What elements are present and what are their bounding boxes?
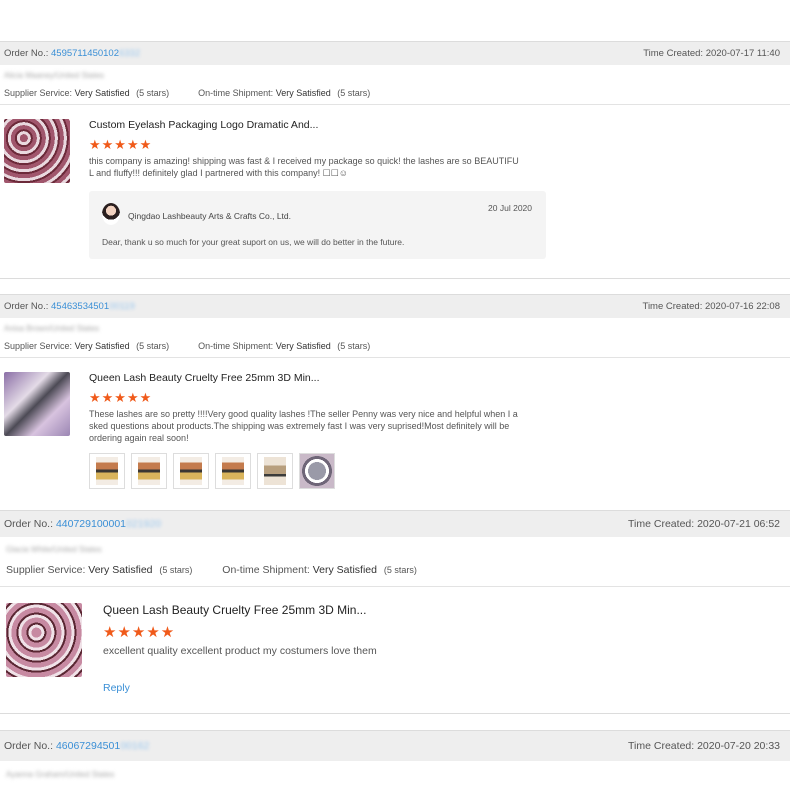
- time-created: Time Created: 2020-07-16 22:08: [643, 301, 781, 312]
- shipment-stars: (5 stars): [337, 341, 371, 351]
- seller-reply: Qingdao Lashbeauty Arts & Crafts Co., Lt…: [89, 191, 546, 259]
- order-number-link[interactable]: 46067294501: [56, 740, 120, 752]
- order-number-link[interactable]: 45463534501: [51, 301, 109, 312]
- order-number-group: Order No.: 440729100001021920: [4, 518, 161, 530]
- seller-avatar: [102, 203, 120, 225]
- order-number-link[interactable]: 440729100001: [56, 518, 126, 530]
- reply-date: 20 Jul 2020: [488, 203, 532, 213]
- shipment-value: Very Satisfied: [275, 88, 331, 98]
- supplier-service-stars: (5 stars): [136, 341, 170, 351]
- order-number-label: Order No.:: [4, 518, 54, 530]
- supplier-service-label: Supplier Service:: [6, 564, 86, 576]
- rating-summary: Supplier Service: Very Satisfied (5 star…: [0, 337, 790, 358]
- review-photo[interactable]: [131, 453, 167, 489]
- shipment-stars: (5 stars): [337, 88, 371, 98]
- order-number-masked: 00119: [109, 301, 135, 312]
- order-number-group: Order No.: 45957114501026332: [4, 48, 140, 59]
- order-number-masked: 021920: [126, 518, 162, 530]
- order-number-masked: 00162: [120, 740, 150, 752]
- seller-name: Qingdao Lashbeauty Arts & Crafts Co., Lt…: [128, 211, 292, 221]
- rating-summary: Supplier Service: Very Satisfied (5 star…: [0, 84, 790, 105]
- review-photo[interactable]: [257, 453, 293, 489]
- order-header: Order No.: 440729100001021920 Time Creat…: [0, 510, 790, 537]
- order-header: Order No.: 4606729450100162 Time Created…: [0, 730, 790, 761]
- shipment-label: On-time Shipment:: [222, 564, 310, 576]
- shipment-label: On-time Shipment:: [198, 88, 274, 98]
- order-card: Order No.: 4546353450100119 Time Created…: [0, 294, 790, 489]
- order-header: Order No.: 4546353450100119 Time Created…: [0, 294, 790, 318]
- order-number-label: Order No.:: [4, 48, 49, 59]
- time-created-value: 2020-07-20 20:33: [697, 740, 780, 752]
- order-number-label: Order No.:: [4, 301, 49, 312]
- time-created: Time Created: 2020-07-21 06:52: [628, 518, 780, 530]
- review-text: this company is amazing! shipping was fa…: [89, 156, 519, 178]
- time-created-value: 2020-07-21 06:52: [697, 518, 780, 530]
- product-thumbnail[interactable]: [4, 372, 70, 436]
- buyer-name-blurred: Anisa Brown/United States: [4, 324, 100, 333]
- time-created-label: Time Created:: [643, 48, 704, 59]
- order-card: Order No.: 4606729450100162 Time Created…: [0, 730, 790, 783]
- supplier-service-stars: (5 stars): [136, 88, 170, 98]
- order-number-link[interactable]: 4595711450102: [51, 48, 119, 59]
- product-title[interactable]: Queen Lash Beauty Cruelty Free 25mm 3D M…: [103, 603, 366, 617]
- order-number-group: Order No.: 4606729450100162: [4, 740, 149, 752]
- supplier-service-stars: (5 stars): [159, 565, 193, 575]
- time-created: Time Created: 2020-07-20 20:33: [628, 740, 780, 752]
- divider: [0, 278, 790, 279]
- order-number-group: Order No.: 4546353450100119: [4, 301, 135, 312]
- order-card: Order No.: 440729100001021920 Time Creat…: [0, 510, 790, 694]
- time-created-value: 2020-07-17 11:40: [705, 48, 780, 59]
- order-number-masked: 6332: [118, 48, 141, 59]
- review-photo[interactable]: [89, 453, 125, 489]
- review-photo[interactable]: [215, 453, 251, 489]
- product-title[interactable]: Custom Eyelash Packaging Logo Dramatic A…: [89, 119, 318, 131]
- supplier-service-value: Very Satisfied: [74, 341, 130, 351]
- order-header: Order No.: 45957114501026332 Time Create…: [0, 41, 790, 65]
- time-created: Time Created: 2020-07-17 11:40: [643, 48, 780, 59]
- star-rating: ★★★★★: [103, 624, 176, 641]
- product-thumbnail[interactable]: [4, 119, 70, 183]
- product-thumbnail[interactable]: [6, 603, 82, 677]
- buyer-name-blurred: Ayanna Graham/United States: [6, 770, 115, 779]
- supplier-service-label: Supplier Service:: [4, 88, 73, 98]
- reply-link[interactable]: Reply: [103, 682, 130, 694]
- rating-summary: Supplier Service: Very Satisfied (5 star…: [0, 558, 790, 587]
- star-rating: ★★★★★: [89, 390, 153, 405]
- review-photo[interactable]: [299, 453, 335, 489]
- shipment-label: On-time Shipment:: [198, 341, 274, 351]
- time-created-label: Time Created:: [628, 518, 695, 530]
- order-card: Order No.: 45957114501026332 Time Create…: [0, 41, 790, 259]
- supplier-service-value: Very Satisfied: [88, 564, 153, 576]
- supplier-service-value: Very Satisfied: [74, 88, 130, 98]
- star-rating: ★★★★★: [89, 137, 153, 152]
- shipment-value: Very Satisfied: [312, 564, 377, 576]
- review-photos: [89, 453, 335, 489]
- buyer-name-blurred: Alicia Maaney/United States: [4, 71, 105, 80]
- reply-text: Dear, thank u so much for your great sup…: [102, 237, 405, 247]
- divider: [0, 713, 790, 714]
- time-created-label: Time Created:: [628, 740, 695, 752]
- shipment-stars: (5 stars): [383, 565, 417, 575]
- order-number-label: Order No.:: [4, 740, 54, 752]
- product-title[interactable]: Queen Lash Beauty Cruelty Free 25mm 3D M…: [89, 372, 320, 384]
- time-created-value: 2020-07-16 22:08: [704, 301, 780, 312]
- time-created-label: Time Created:: [642, 301, 703, 312]
- review-photo[interactable]: [173, 453, 209, 489]
- review-text: excellent quality excellent product my c…: [103, 645, 377, 657]
- shipment-value: Very Satisfied: [275, 341, 331, 351]
- buyer-name-blurred: Glacia White/United States: [6, 545, 102, 554]
- supplier-service-label: Supplier Service:: [4, 341, 73, 351]
- review-text: These lashes are so pretty !!!!Very good…: [89, 409, 518, 443]
